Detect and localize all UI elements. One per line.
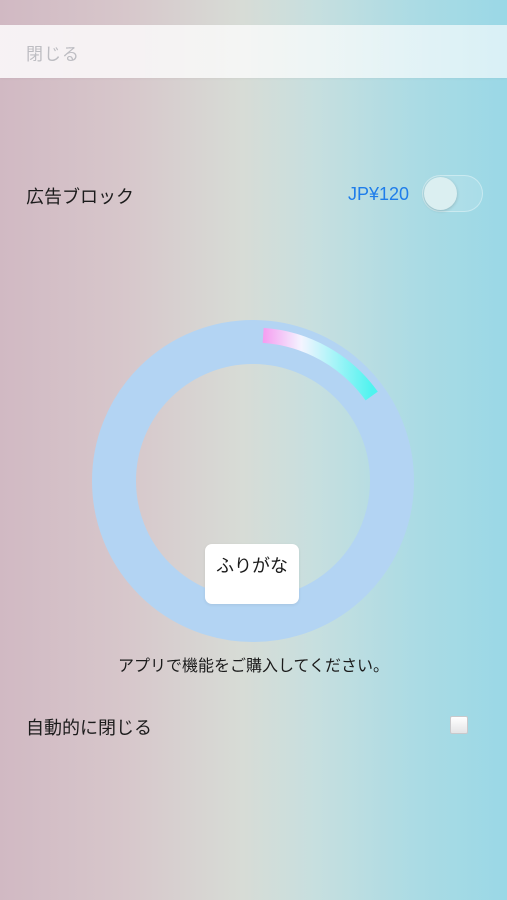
auto-close-checkbox[interactable] [450,716,468,734]
purchase-message: アプリで機能をご購入してください。 [117,656,390,675]
tooltip-text: ふりがな [216,556,288,577]
loading-ring: ふりがな [92,320,414,642]
close-button[interactable]: 閉じる [26,40,80,65]
ad-block-toggle[interactable] [422,175,483,212]
ad-block-label: 広告ブロック [26,187,134,208]
ad-block-price-button[interactable]: JP¥120 [348,184,409,205]
furigana-tooltip: ふりがな [205,544,299,604]
toggle-knob [424,177,457,210]
auto-close-label: 自動的に閉じる [26,718,152,739]
